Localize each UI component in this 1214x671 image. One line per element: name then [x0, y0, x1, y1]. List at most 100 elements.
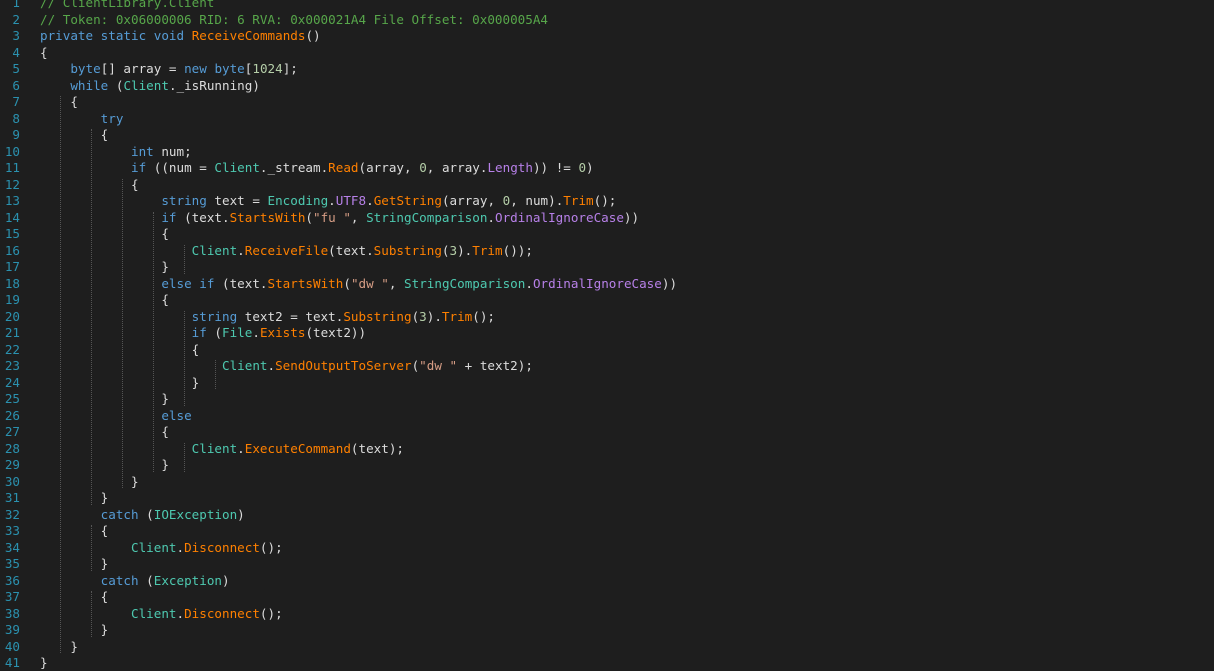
code-token: num;: [153, 143, 192, 159]
code-token: if: [191, 325, 207, 340]
line-number: 23: [4, 358, 20, 373]
code-text: byte[] array = new byte[1024];: [40, 61, 298, 77]
code-token: new: [184, 61, 207, 76]
line-number: 12: [4, 176, 20, 192]
line-number: 16: [4, 242, 20, 258]
line-number: 10: [4, 143, 20, 159]
code-token: Substring: [343, 308, 412, 324]
line-number: 32: [4, 506, 20, 522]
code-token: ): [237, 506, 245, 522]
code-token: void: [153, 28, 185, 43]
line-number: 18: [4, 275, 20, 291]
code-token: File: [222, 325, 253, 340]
code-token: 3: [419, 308, 427, 324]
code-token: text =: [206, 193, 268, 208]
code-token: else: [161, 275, 192, 291]
code-token: Client: [221, 358, 268, 373]
code-line: 38 Client.Disconnect();: [0, 606, 1214, 622]
code-token: "dw ": [350, 275, 389, 291]
line-number: 38: [4, 605, 20, 621]
code-token: // ClientLibrary.Client: [40, 0, 215, 10]
code-line: 18 else if (text.StartsWith("dw ", Strin…: [0, 276, 1214, 292]
code-token: StartsWith: [267, 275, 344, 291]
code-token: while: [70, 77, 109, 93]
code-line: 2 // Token: 0x06000006 RID: 6 RVA: 0x0000…: [0, 12, 1214, 28]
code-line: 15 {: [0, 226, 1214, 242]
code-token: (text);: [350, 440, 404, 456]
code-text: string text2 = text.Substring(3).Trim();: [40, 309, 495, 325]
code-line: 32 catch (IOException): [0, 507, 1214, 523]
code-token: ).: [426, 308, 442, 324]
code-text: }: [40, 556, 109, 572]
code-token: )): [661, 275, 678, 291]
code-token: OrdinalIgnoreCase: [495, 209, 624, 225]
code-line: 25 }: [0, 391, 1214, 407]
code-text: Client.SendOutputToServer("dw " + text2)…: [40, 358, 533, 374]
code-token: (: [343, 275, 351, 291]
code-text: int num;: [40, 144, 192, 160]
code-line: 37 {: [0, 589, 1214, 605]
code-token: + text2);: [457, 358, 533, 373]
code-line: 12 {: [0, 177, 1214, 193]
code-token: }: [40, 490, 109, 505]
code-token: Client: [191, 440, 238, 456]
code-text: {: [40, 342, 200, 358]
code-token: {: [40, 44, 48, 60]
code-token: Trim: [472, 242, 503, 258]
code-token: (array,: [358, 160, 420, 175]
code-token: Client: [123, 77, 169, 93]
code-token: .: [176, 605, 185, 621]
code-token: IOException: [153, 506, 238, 522]
code-text: {: [40, 523, 109, 539]
code-token: }: [40, 374, 200, 390]
code-token: ];: [282, 61, 298, 76]
line-number: 40: [4, 638, 20, 654]
code-line: 17 }: [0, 259, 1214, 275]
code-token: string: [161, 193, 207, 208]
line-number: 24: [4, 374, 20, 390]
code-line: 39 }: [0, 622, 1214, 638]
code-text: {: [40, 45, 48, 61]
code-token: [] array =: [100, 61, 185, 76]
line-number: 4: [12, 44, 20, 60]
code-line: 34 Client.Disconnect();: [0, 540, 1214, 556]
code-editor[interactable]: 1 // ClientLibrary.Client 2 // Token: 0x060…: [0, 0, 1214, 671]
code-token: "fu ": [313, 209, 351, 225]
line-number: 26: [4, 407, 20, 423]
code-token: ): [222, 572, 230, 588]
code-token: ReceiveCommands: [191, 28, 306, 43]
code-token: ());: [502, 242, 533, 258]
code-line: 6 while (Client._isRunning): [0, 78, 1214, 94]
indent-guide: [183, 310, 185, 406]
code-token: UTF8: [335, 193, 367, 208]
line-number: 21: [4, 325, 20, 340]
code-token: StartsWith: [229, 209, 306, 225]
code-token: }: [40, 556, 109, 571]
code-token: .: [525, 275, 533, 291]
code-text: else if (text.StartsWith("dw ", StringCo…: [40, 276, 677, 292]
code-text: if (text.StartsWith("fu ", StringCompari…: [40, 210, 639, 226]
code-token: (: [108, 77, 124, 93]
code-token: {: [40, 523, 109, 538]
code-text: else: [40, 408, 191, 424]
indent-guide: [90, 129, 92, 505]
code-token: 0: [578, 160, 587, 175]
code-token: .: [237, 440, 245, 456]
line-number: 31: [4, 490, 20, 505]
code-token: (text.: [176, 209, 230, 225]
code-line: 36 catch (Exception): [0, 573, 1214, 589]
line-number: 2: [12, 11, 20, 27]
code-text: Client.ExecuteCommand(text);: [40, 441, 404, 457]
code-token: }: [40, 473, 139, 489]
code-line: 7 {: [0, 94, 1214, 110]
code-line: 23 Client.SendOutputToServer("dw " + tex…: [0, 358, 1214, 374]
code-token: ();: [259, 605, 283, 621]
code-line: 11 if ((num = Client._stream.Read(array,…: [0, 160, 1214, 176]
indent-guide: [121, 178, 123, 488]
code-line: 9 {: [0, 127, 1214, 143]
indent-guide: [152, 211, 154, 472]
